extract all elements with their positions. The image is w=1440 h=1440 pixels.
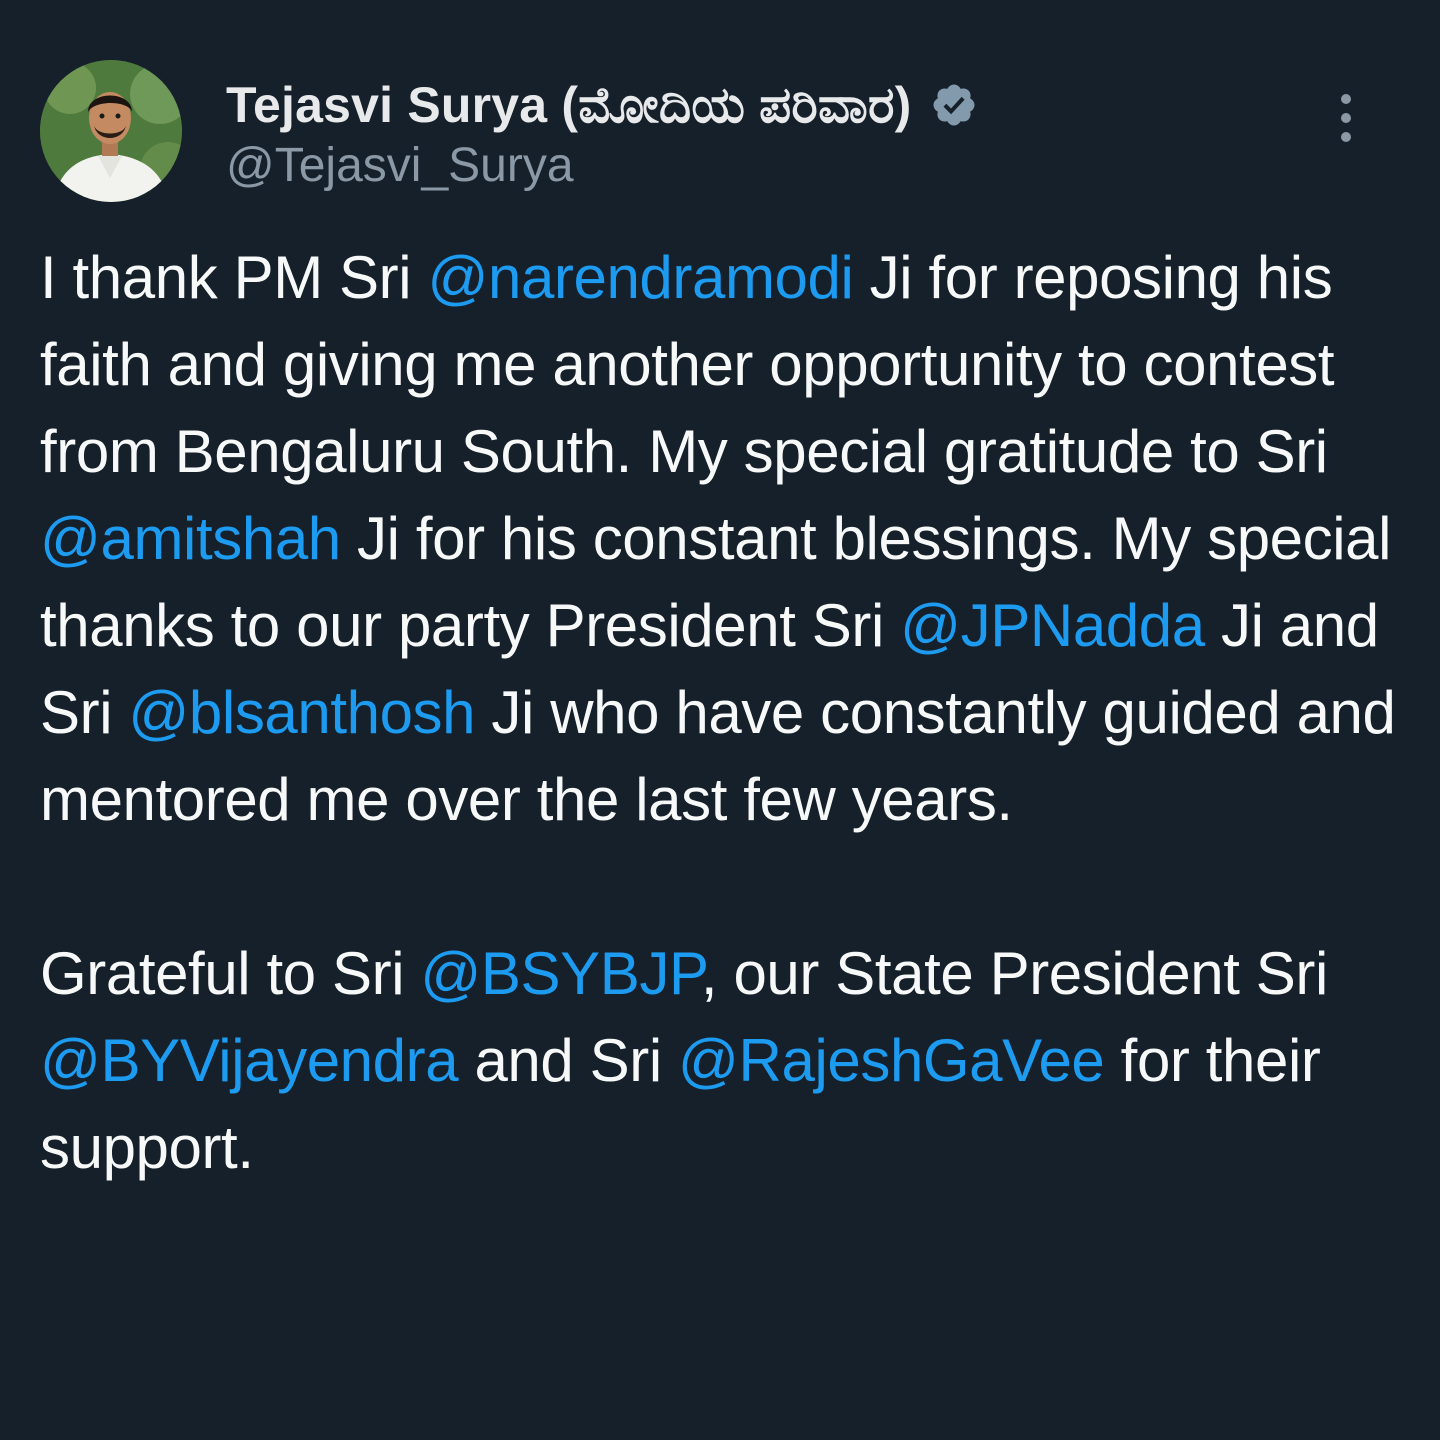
mention-link[interactable]: @narendramodi [427,244,853,311]
more-vertical-icon-dot [1341,113,1351,123]
mention-link[interactable]: @blsanthosh [128,679,475,746]
author-name-row: Tejasvi Surya (ಮೋದಿಯ ಪರಿವಾರ) [226,70,978,140]
tweet-text-segment: I thank PM Sri [40,244,428,311]
tweet-text-segment: , our State President Sri [700,940,1328,1007]
more-vertical-icon [1341,94,1351,104]
author-handle[interactable]: @Tejasvi_Surya [226,138,574,193]
tweet-text-segment: Grateful to Sri [40,940,421,1007]
tweet-header: Tejasvi Surya (ಮೋದಿಯ ಪರಿವಾರ) @Tejasvi_Su… [40,60,1400,210]
profile-photo-icon [40,60,182,202]
mention-link[interactable]: @BYVijayendra [40,1027,459,1094]
mention-link[interactable]: @RajeshGaVee [678,1027,1105,1094]
verified-badge-icon [933,84,974,126]
tweet-text-segment: and Sri [458,1027,679,1094]
tweet-paragraph: Grateful to Sri @BSYBJP, our State Presi… [40,930,1410,1191]
mention-link[interactable]: @amitshah [40,505,341,572]
mention-link[interactable]: @BSYBJP [420,940,701,1007]
more-options-button[interactable] [1334,94,1358,142]
author-avatar[interactable] [40,60,182,202]
tweet-paragraph: I thank PM Sri @narendramodi Ji for repo… [40,234,1410,843]
mention-link[interactable]: @JPNadda [900,592,1205,659]
more-vertical-icon-dot [1341,132,1351,142]
tweet-text: I thank PM Sri @narendramodi Ji for repo… [40,234,1410,1191]
author-display-name[interactable]: Tejasvi Surya (ಮೋದಿಯ ಪರಿವಾರ) [226,76,912,135]
tweet-card: Tejasvi Surya (ಮೋದಿಯ ಪರಿವಾರ) @Tejasvi_Su… [0,0,1440,1440]
